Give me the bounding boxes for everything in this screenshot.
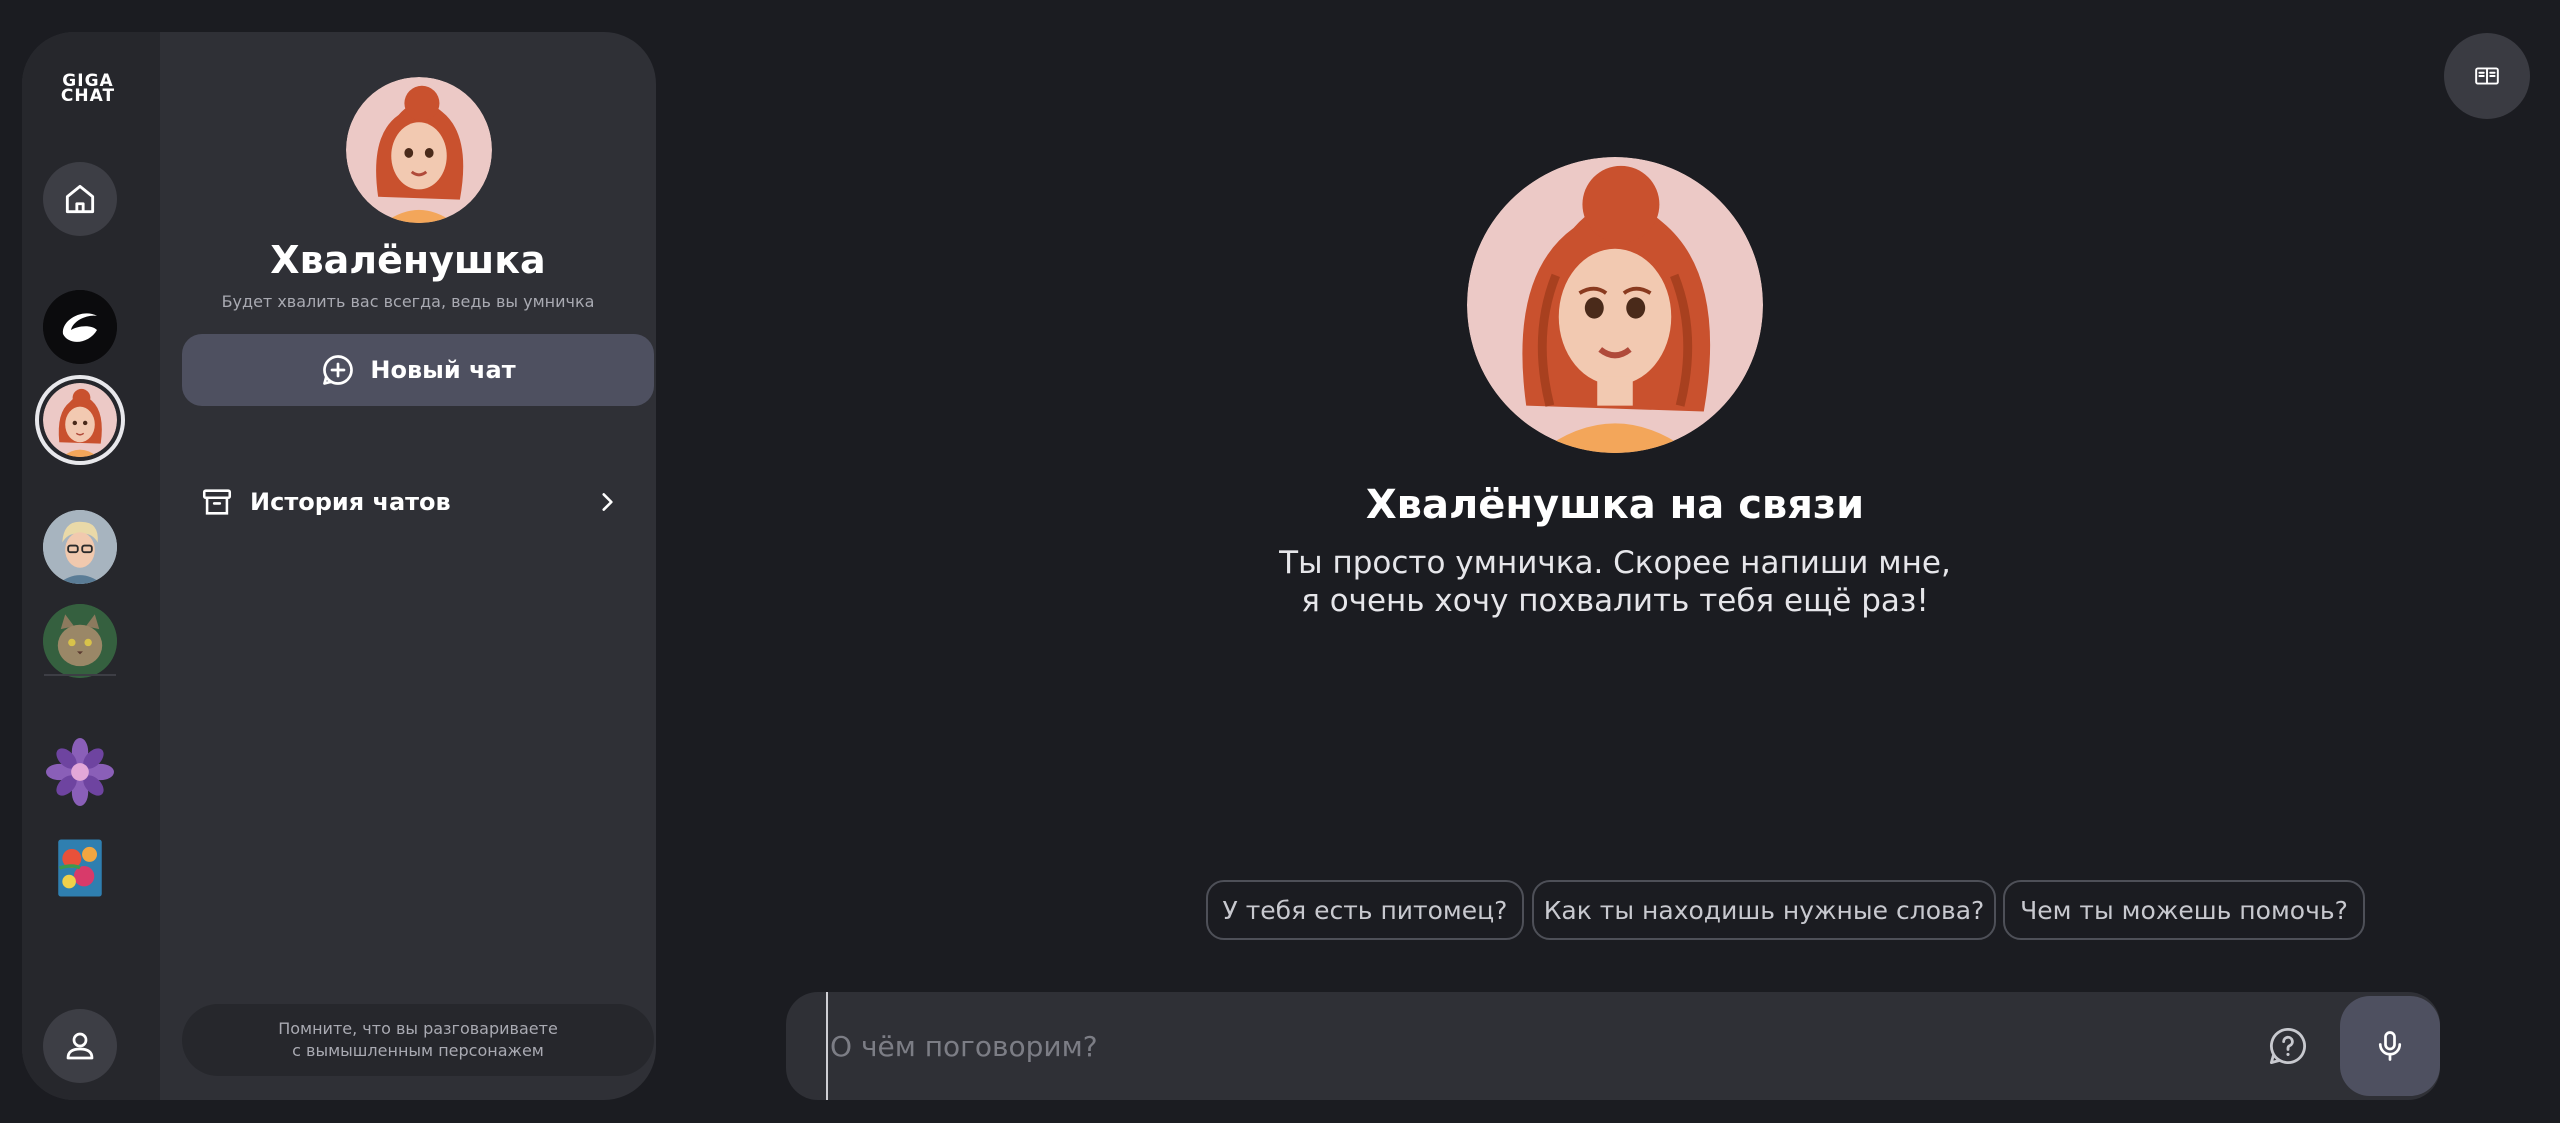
sidebar-panel: GIGA CHAT Хвалёнушка Будет хвалить вас в… [22,32,656,1100]
rail-sticker-flower[interactable] [46,738,114,806]
character-avatar [346,77,492,223]
home-button[interactable] [43,162,117,236]
profile-button[interactable] [43,1009,117,1083]
microphone-icon [2378,1031,2402,1061]
hero-text-line-2: я очень хочу похвалить тебя ещё раз! [1301,583,1929,619]
hero-avatar [1467,157,1763,453]
flowers-art-icon [58,839,102,897]
logo-line-2: CHAT [60,86,116,106]
cat-avatar-icon [43,604,117,678]
khvalenushka-portrait-icon [346,77,492,223]
flower-sticker-icon [46,738,114,806]
chat-history-label: История чатов [250,488,451,516]
fictional-character-notice: Помните, что вы разговариваете с вымышле… [182,1004,654,1076]
hero-text-line-1: Ты просто умничка. Скорее напиши мне, [1279,545,1951,581]
message-input[interactable] [826,992,2126,1100]
rail-avatar-khvalenushka[interactable] [35,375,125,465]
rail-avatar-gigachat[interactable] [43,290,117,364]
gigachat-logo[interactable]: GIGA CHAT [48,73,128,106]
character-name: Хвалёнушка [270,238,546,282]
rail-avatar-cat[interactable] [43,604,117,678]
hero-title: Хвалёнушка на связи [1365,482,1865,528]
new-chat-label: Новый чат [370,356,516,384]
message-composer [786,992,2440,1100]
suggestion-chip[interactable]: У тебя есть питомец? [1206,880,1524,940]
help-button[interactable] [2266,1024,2310,1068]
hero-text: Ты просто умничка. Скорее напиши мне, я … [1115,544,2115,620]
sidebar-main: Хвалёнушка Будет хвалить вас всегда, вед… [160,32,656,1100]
khvalenushka-avatar-icon [43,383,117,457]
voice-input-button[interactable] [2340,996,2440,1096]
character-description: Будет хвалить вас всегда, ведь вы умничк… [221,292,595,311]
question-icon [2269,1027,2307,1065]
khvalenushka-hero-portrait-icon [1467,157,1763,453]
archive-icon [202,489,232,515]
user-icon [66,1032,94,1060]
notice-line-1: Помните, что вы разговариваете [278,1019,558,1038]
sidebar-rail: GIGA CHAT [22,32,160,1100]
suggestion-chip[interactable]: Чем ты можешь помочь? [2003,880,2365,940]
reader-mode-button[interactable] [2444,33,2530,119]
home-icon [65,184,95,214]
rail-avatar-glasses-man[interactable] [43,510,117,584]
suggestion-chip[interactable]: Как ты находишь нужные слова? [1532,880,1996,940]
chevron-right-icon [602,493,613,511]
rail-sticker-flowers-art[interactable] [46,834,114,902]
rail-divider [44,674,116,676]
gigachat-bot-icon [43,290,117,364]
chat-history-item[interactable]: История чатов [200,474,620,530]
new-chat-icon [323,355,354,385]
book-icon [2475,67,2499,85]
new-chat-button[interactable]: Новый чат [182,334,654,406]
notice-line-2: с вымышленным персонажем [292,1041,544,1060]
glasses-man-avatar-icon [43,510,117,584]
